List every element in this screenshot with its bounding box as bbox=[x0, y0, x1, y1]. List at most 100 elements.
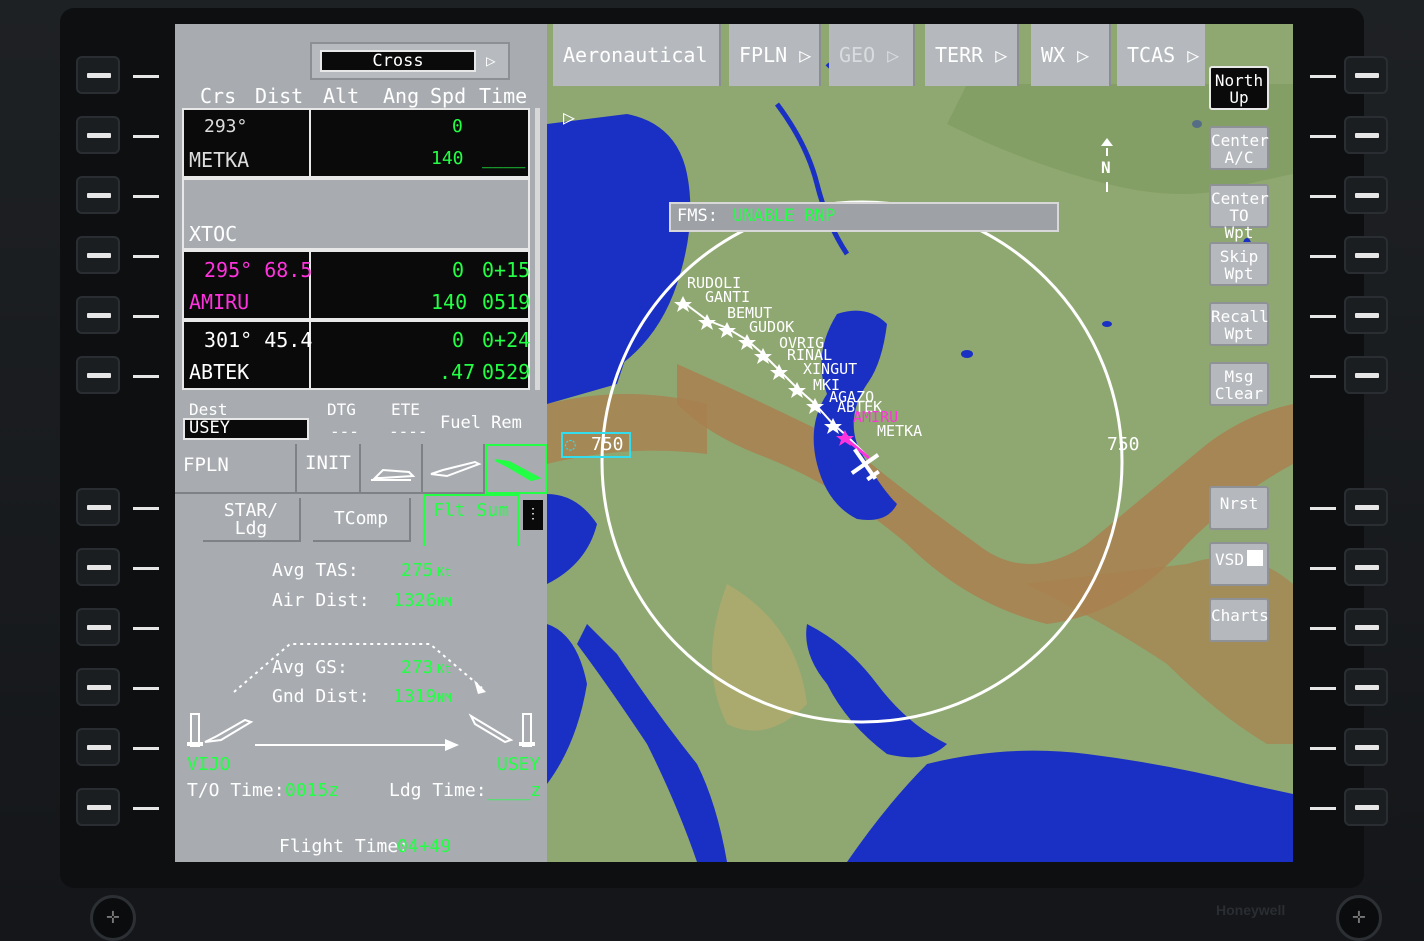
bezel-key-r4[interactable] bbox=[1344, 236, 1388, 274]
to-time-label: T/O Time: bbox=[187, 780, 285, 801]
range-cursor-icon: ◌ bbox=[565, 434, 576, 455]
bezel-key-l4[interactable] bbox=[76, 236, 120, 274]
cruise-plane-icon bbox=[430, 460, 482, 478]
moving-map[interactable]: RUDOLI GANTI BEMUT GUDOK OVRIG RINAL XIN… bbox=[547, 24, 1293, 862]
bezel-key-r7[interactable] bbox=[1344, 488, 1388, 526]
page-menu-icon[interactable]: ⋮ bbox=[523, 500, 543, 530]
wp-alt: 0 bbox=[452, 258, 465, 282]
tab-aeronautical[interactable]: Aeronautical ▷ bbox=[553, 24, 721, 129]
tab-tcomp[interactable]: TComp bbox=[313, 498, 411, 542]
air-dist-label: Air Dist: bbox=[272, 590, 370, 611]
center-to-wpt-button[interactable]: Center TO Wpt bbox=[1209, 184, 1269, 241]
bezel-key-r1[interactable] bbox=[1344, 56, 1388, 94]
to-time-value: 0015z bbox=[285, 780, 340, 801]
header-ang: Ang bbox=[383, 84, 420, 108]
tick bbox=[133, 627, 159, 630]
landing-plane-icon bbox=[494, 459, 542, 482]
fms-panel: Cross ▷ Crs Dist Alt Ang Spd Time 293° M… bbox=[175, 24, 547, 862]
range-selector[interactable]: ◌ 750 bbox=[561, 432, 631, 458]
tab-tcas[interactable]: TCAS ▷ bbox=[1117, 24, 1205, 86]
bezel-key-l11[interactable] bbox=[76, 728, 120, 766]
tab-label: GEO bbox=[839, 43, 876, 67]
tab-enroute[interactable] bbox=[423, 444, 485, 494]
tab-fpln-map[interactable]: FPLN ▷ bbox=[729, 24, 821, 86]
north-up-button[interactable]: North Up bbox=[1209, 66, 1269, 110]
bezel-key-l8[interactable] bbox=[76, 548, 120, 586]
bezel-key-l7[interactable] bbox=[76, 488, 120, 526]
nrst-button[interactable]: Nrst bbox=[1209, 486, 1269, 530]
wp-spd: 140 bbox=[431, 148, 464, 169]
cross-selector[interactable]: Cross ▷ bbox=[310, 42, 510, 80]
header-crs: Crs bbox=[200, 84, 237, 108]
tab-label: TCAS bbox=[1127, 43, 1176, 67]
dtg-label: DTG bbox=[327, 400, 356, 419]
tab-fpln[interactable]: FPLN bbox=[175, 444, 297, 494]
bezel-key-r12[interactable] bbox=[1344, 788, 1388, 826]
tick bbox=[133, 135, 159, 138]
tab-geo[interactable]: GEO ▷ bbox=[829, 24, 915, 86]
waypoint-row-amiru[interactable]: 295° 68.5 AMIRU 0 0+15 140 0519 bbox=[182, 250, 530, 320]
range-right-label: 750 bbox=[1107, 434, 1140, 455]
avg-tas-value: 275 bbox=[401, 560, 434, 581]
tick bbox=[133, 807, 159, 810]
tab-init[interactable]: INIT bbox=[297, 444, 361, 494]
center-ac-button[interactable]: Center A/C bbox=[1209, 126, 1269, 170]
tick bbox=[1310, 687, 1336, 690]
tab-departure[interactable] bbox=[361, 444, 423, 494]
bezel-key-r8[interactable] bbox=[1344, 548, 1388, 586]
header-spd: Spd bbox=[430, 84, 467, 108]
header-time: Time bbox=[479, 84, 528, 108]
bezel-key-r9[interactable] bbox=[1344, 608, 1388, 646]
flight-summary: Avg TAS: 275 Kt Air Dist: 1326 NM Avg GS… bbox=[175, 546, 547, 862]
list-scrollbar[interactable] bbox=[535, 108, 540, 390]
bezel-key-l1[interactable] bbox=[76, 56, 120, 94]
departure-airport-icon bbox=[187, 713, 254, 747]
bezel-key-l9[interactable] bbox=[76, 608, 120, 646]
bezel-key-r11[interactable] bbox=[1344, 728, 1388, 766]
bezel-key-r2[interactable] bbox=[1344, 116, 1388, 154]
map-wp-label: METKA bbox=[877, 422, 923, 440]
bezel-key-l6[interactable] bbox=[76, 356, 120, 394]
avg-gs-value: 273 bbox=[401, 657, 434, 678]
tick bbox=[1310, 315, 1336, 318]
left-knob[interactable]: ✛ bbox=[90, 895, 136, 941]
arrival-airport-icon bbox=[468, 713, 535, 747]
bezel-key-l5[interactable] bbox=[76, 296, 120, 334]
bezel-key-r6[interactable] bbox=[1344, 356, 1388, 394]
bezel-key-l12[interactable] bbox=[76, 788, 120, 826]
tick bbox=[133, 507, 159, 510]
right-knob[interactable]: ✛ bbox=[1336, 895, 1382, 941]
ete-value: ---- bbox=[389, 422, 428, 441]
tick bbox=[1310, 375, 1336, 378]
tab-flt-sum[interactable]: Flt Sum bbox=[423, 494, 519, 546]
charts-button[interactable]: Charts bbox=[1209, 598, 1269, 642]
waypoint-row-abtek[interactable]: 301° 45.4 ABTEK 0 0+24 .47 0529 bbox=[182, 320, 530, 390]
tab-terr[interactable]: TERR ▷ bbox=[925, 24, 1019, 86]
recall-wpt-button[interactable]: Recall Wpt bbox=[1209, 302, 1269, 346]
bezel-key-r10[interactable] bbox=[1344, 668, 1388, 706]
tab-wx[interactable]: WX ▷ bbox=[1031, 24, 1111, 86]
wp-name: ABTEK bbox=[189, 360, 250, 384]
vsd-button[interactable]: VSD bbox=[1209, 542, 1269, 586]
bezel-key-r3[interactable] bbox=[1344, 176, 1388, 214]
avg-tas-unit: Kt bbox=[437, 565, 452, 579]
bezel-key-l10[interactable] bbox=[76, 668, 120, 706]
dest-field[interactable]: USEY bbox=[183, 418, 309, 440]
skip-wpt-button[interactable]: Skip Wpt bbox=[1209, 242, 1269, 286]
display-screen: Cross ▷ Crs Dist Alt Ang Spd Time 293° M… bbox=[175, 24, 1293, 862]
bezel-key-l3[interactable] bbox=[76, 176, 120, 214]
wp-ete: 0+15 bbox=[482, 258, 531, 282]
divider bbox=[309, 110, 311, 176]
waypoint-row-metka[interactable]: 293° METKA 0 140 ____ bbox=[182, 108, 530, 178]
fuel-rem-label: Fuel Rem bbox=[440, 413, 522, 433]
tab-arrival[interactable] bbox=[485, 444, 547, 494]
bezel-key-l2[interactable] bbox=[76, 116, 120, 154]
waypoint-row-toc[interactable]: XTOC bbox=[182, 178, 530, 250]
avg-gs-unit: Kt bbox=[437, 662, 452, 676]
wp-name: METKA bbox=[189, 148, 250, 172]
bezel-key-r5[interactable] bbox=[1344, 296, 1388, 334]
tab-star-ldg[interactable]: STAR/ Ldg bbox=[203, 498, 301, 542]
gnd-dist-unit: NM bbox=[437, 691, 452, 705]
msg-clear-button[interactable]: Msg Clear bbox=[1209, 362, 1269, 406]
vsd-checkbox-icon bbox=[1246, 550, 1263, 566]
